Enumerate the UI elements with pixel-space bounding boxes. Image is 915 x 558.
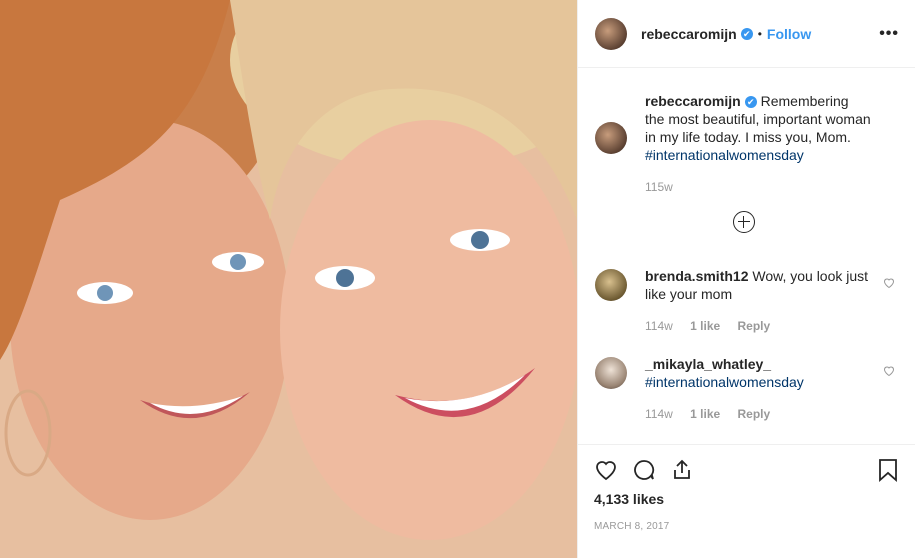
instagram-post: rebeccaromijn ✔ • Follow ••• rebeccaromi… — [0, 0, 915, 558]
share-icon[interactable] — [670, 458, 694, 482]
comment-username[interactable]: _mikayla_whatley_ — [645, 356, 771, 372]
caption-text: rebeccaromijn ✔ Remembering the most beau… — [645, 92, 871, 196]
caption-verified-badge-icon: ✔ — [744, 96, 757, 108]
post-date[interactable]: MARCH 8, 2017 — [594, 521, 899, 532]
post-photo[interactable] — [0, 0, 577, 558]
comment-time[interactable]: 114w — [645, 319, 673, 333]
action-icons — [594, 445, 899, 495]
photo-illustration — [0, 0, 577, 558]
comment-meta: 114w 1 like Reply — [645, 317, 871, 335]
caption-time[interactable]: 115w — [645, 180, 673, 194]
verified-badge-icon: ✔ — [740, 27, 753, 40]
comment-meta: 114w 1 like Reply — [645, 405, 871, 423]
comment-body[interactable]: #internationalwomensday — [645, 374, 804, 390]
comment-likes[interactable]: 1 like — [690, 407, 720, 421]
commenter-avatar[interactable] — [595, 357, 627, 389]
reply-button[interactable]: Reply — [738, 319, 771, 333]
comment-likes[interactable]: 1 like — [690, 319, 720, 333]
reply-button[interactable]: Reply — [738, 407, 771, 421]
author-username[interactable]: rebeccaromijn — [641, 26, 737, 42]
comment: _mikayla_whatley_ #internationalwomensda… — [595, 355, 899, 423]
add-more-comments-icon[interactable] — [733, 211, 755, 233]
like-comment-icon[interactable] — [883, 365, 895, 377]
commenter-avatar[interactable] — [595, 269, 627, 301]
comment-icon[interactable] — [632, 458, 656, 482]
caption-meta: 115w — [645, 178, 871, 196]
caption: rebeccaromijn ✔ Remembering the most beau… — [595, 92, 899, 196]
comments-section[interactable]: rebeccaromijn ✔ Remembering the most beau… — [578, 68, 915, 444]
author-avatar[interactable] — [595, 17, 627, 50]
comment: brenda.smith12 Wow, you look just like y… — [595, 267, 899, 335]
like-comment-icon[interactable] — [883, 277, 895, 289]
comment-text: _mikayla_whatley_ #internationalwomensda… — [645, 355, 871, 423]
separator-dot: • — [757, 26, 762, 41]
comment-time[interactable]: 114w — [645, 407, 673, 421]
comment-username[interactable]: brenda.smith12 — [645, 268, 748, 284]
comment-text: brenda.smith12 Wow, you look just like y… — [645, 267, 871, 335]
heart-icon[interactable] — [594, 458, 618, 482]
likes-count[interactable]: 4,133 likes — [594, 491, 899, 507]
follow-button[interactable]: Follow — [767, 26, 811, 42]
caption-avatar[interactable] — [595, 122, 627, 154]
caption-hashtag[interactable]: #internationalwomensday — [645, 147, 804, 163]
more-options-icon[interactable]: ••• — [879, 25, 899, 43]
post-sidebar: rebeccaromijn ✔ • Follow ••• rebeccaromi… — [577, 0, 915, 558]
caption-username[interactable]: rebeccaromijn — [645, 93, 741, 109]
action-bar: 4,133 likes MARCH 8, 2017 — [578, 444, 915, 532]
post-header: rebeccaromijn ✔ • Follow ••• — [578, 0, 915, 68]
bookmark-icon[interactable] — [877, 458, 899, 482]
